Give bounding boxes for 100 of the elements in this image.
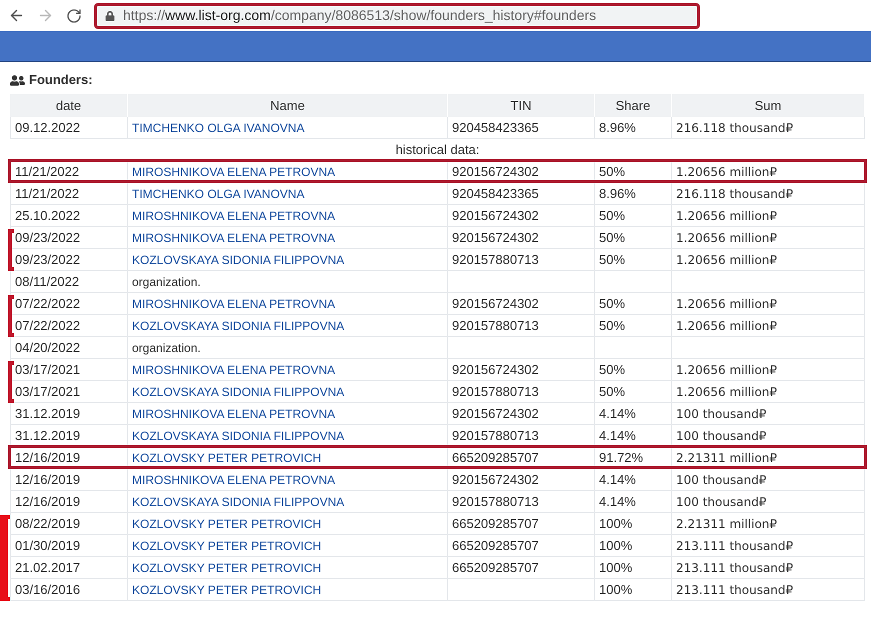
table-cell-text: 8.96% bbox=[599, 184, 636, 203]
table-cell-text: 50% bbox=[599, 206, 626, 225]
founder-link[interactable]: KOZLOVSKAYA SIDONIA FILIPPOVNA bbox=[132, 316, 344, 334]
table-cell-text: 1.20656 million₽ bbox=[676, 318, 778, 334]
lock-icon bbox=[105, 10, 115, 20]
table-cell-text: 09/23/2022 bbox=[15, 250, 80, 269]
address-bar[interactable]: https://www.list-org.com/company/8086513/show/founders_history#founders bbox=[94, 2, 700, 28]
table-cell-text: 920156724302 bbox=[452, 162, 539, 181]
table-cell-text: 91.72% bbox=[599, 448, 644, 467]
back-icon[interactable] bbox=[8, 7, 25, 24]
table-cell-text: 03/17/2021 bbox=[15, 360, 80, 379]
founder-link[interactable]: MIROSHNIKOVA ELENA PETROVNA bbox=[132, 228, 336, 246]
table-cell-text: 4.14% bbox=[599, 492, 636, 511]
table-cell-text: 01/30/2019 bbox=[15, 536, 80, 555]
table-cell-text: 1.20656 million₽ bbox=[676, 208, 778, 224]
table-cell-text: 09.12.2022 bbox=[15, 118, 80, 137]
table-cell-text: 11/21/2022 bbox=[15, 184, 80, 203]
table-cell-text: 920458423365 bbox=[452, 184, 539, 203]
table-cell-text: 920157880713 bbox=[452, 426, 539, 445]
table-cell-text: 31.12.2019 bbox=[15, 426, 80, 445]
founder-link[interactable]: KOZLOVSKY PETER PETROVICH bbox=[132, 558, 322, 576]
table-cell-text: 100 thousand₽ bbox=[676, 472, 766, 488]
table-cell-text: 665209285707 bbox=[452, 448, 539, 467]
table-cell-text: 12/16/2019 bbox=[15, 492, 80, 511]
table-cell-text: 665209285707 bbox=[452, 558, 539, 577]
founder-link[interactable]: MIROSHNIKOVA ELENA PETROVNA bbox=[132, 162, 336, 180]
table-cell-text: 1.20656 million₽ bbox=[676, 230, 778, 246]
table-cell-text: 4.14% bbox=[599, 404, 636, 423]
table-cell-text: 920156724302 bbox=[452, 470, 539, 489]
founder-link[interactable]: KOZLOVSKAYA SIDONIA FILIPPOVNA bbox=[132, 250, 344, 268]
table-cell-text: 07/22/2022 bbox=[15, 316, 80, 335]
table-cell-text: 920157880713 bbox=[452, 492, 539, 511]
table-cell-text: 100% bbox=[599, 514, 632, 533]
table-cell-text: 100 thousand₽ bbox=[676, 428, 766, 444]
founder-link[interactable]: KOZLOVSKY PETER PETROVICH bbox=[132, 536, 322, 554]
table-cell-text: 665209285707 bbox=[452, 536, 539, 555]
table-cell-text: 100% bbox=[599, 536, 632, 555]
table-cell-text: 920157880713 bbox=[452, 382, 539, 401]
table-cell-text: 50% bbox=[599, 360, 626, 379]
table-cell-text: 4.14% bbox=[599, 470, 636, 489]
founder-link[interactable]: KOZLOVSKAYA SIDONIA FILIPPOVNA bbox=[132, 492, 344, 510]
founder-link[interactable]: MIROSHNIKOVA ELENA PETROVNA bbox=[132, 360, 336, 378]
table-cell-text: 100 thousand₽ bbox=[676, 494, 766, 510]
table-cell-text: 50% bbox=[599, 162, 626, 181]
founder-link[interactable]: KOZLOVSKAYA SIDONIA FILIPPOVNA bbox=[132, 382, 344, 400]
table-cell-text: 1.20656 million₽ bbox=[676, 362, 778, 378]
table-cell-text: 12/16/2019 bbox=[15, 470, 80, 489]
table-cell-text: 2.21311 million₽ bbox=[676, 516, 778, 532]
reload-icon[interactable] bbox=[66, 8, 82, 24]
column-header: Name bbox=[270, 96, 305, 115]
table-cell-text: 04/20/2022 bbox=[15, 338, 80, 357]
table-cell-text: 11/21/2022 bbox=[15, 162, 80, 181]
table-cell-text: 1.20656 million₽ bbox=[676, 296, 778, 312]
table-cell-text: 100% bbox=[599, 580, 632, 599]
table-cell-text: 920157880713 bbox=[452, 250, 539, 269]
founder-link[interactable]: TIMCHENKO OLGA IVANOVNA bbox=[132, 118, 304, 136]
table-cell-text: 920157880713 bbox=[452, 316, 539, 335]
table-cell-text: organization. bbox=[132, 340, 201, 356]
table-cell-text: 213.111 thousand₽ bbox=[676, 538, 794, 554]
table-cell-text: 50% bbox=[599, 228, 626, 247]
table-cell-text: 12/16/2019 bbox=[15, 448, 80, 467]
table-cell-text: 50% bbox=[599, 382, 626, 401]
table-cell-text: 03/16/2016 bbox=[15, 580, 80, 599]
founder-link[interactable]: KOZLOVSKY PETER PETROVICH bbox=[132, 514, 322, 532]
table-cell-text: 07/22/2022 bbox=[15, 294, 80, 313]
table-cell-text: 920156724302 bbox=[452, 404, 539, 423]
table-cell-text: 09/23/2022 bbox=[15, 228, 80, 247]
founder-link[interactable]: MIROSHNIKOVA ELENA PETROVNA bbox=[132, 294, 336, 312]
table-cell-text: 100% bbox=[599, 558, 632, 577]
founder-link[interactable]: MIROSHNIKOVA ELENA PETROVNA bbox=[132, 206, 336, 224]
table-cell-text: 216.118 thousand₽ bbox=[676, 120, 794, 136]
table-cell-text: 920458423365 bbox=[452, 118, 539, 137]
table-cell-text: 665209285707 bbox=[452, 514, 539, 533]
column-header: Share bbox=[616, 96, 650, 115]
table-cell-text: 25.10.2022 bbox=[15, 206, 80, 225]
table-cell-text: 50% bbox=[599, 294, 626, 313]
column-header: date bbox=[56, 96, 82, 115]
table-cell-text: 08/22/2019 bbox=[15, 514, 80, 533]
table-cell-text: 50% bbox=[599, 316, 626, 335]
table-cell-text: 920156724302 bbox=[452, 206, 539, 225]
table-cell-text: 920156724302 bbox=[452, 228, 539, 247]
table-cell-text: 1.20656 million₽ bbox=[676, 252, 778, 268]
table-cell-text: 50% bbox=[599, 250, 626, 269]
table-cell-text: 8.96% bbox=[599, 118, 636, 137]
table-cell-text: 03/17/2021 bbox=[15, 382, 80, 401]
table-cell-text: 920156724302 bbox=[452, 294, 539, 313]
table-cell-text: 2.21311 million₽ bbox=[676, 450, 778, 466]
founder-link[interactable]: KOZLOVSKY PETER PETROVICH bbox=[132, 448, 322, 466]
table-cell-text: 21.02.2017 bbox=[15, 558, 80, 577]
founder-link[interactable]: MIROSHNIKOVA ELENA PETROVNA bbox=[132, 404, 336, 422]
founder-link[interactable]: MIROSHNIKOVA ELENA PETROVNA bbox=[132, 470, 336, 488]
table-cell-text: 216.118 thousand₽ bbox=[676, 186, 794, 202]
founder-link[interactable]: TIMCHENKO OLGA IVANOVNA bbox=[132, 184, 304, 202]
table-cell-text: 4.14% bbox=[599, 426, 636, 445]
founder-link[interactable]: KOZLOVSKAYA SIDONIA FILIPPOVNA bbox=[132, 426, 344, 444]
column-header: TIN bbox=[510, 96, 532, 115]
table-cell-text: 100 thousand₽ bbox=[676, 406, 766, 422]
table-cell-text: 213.111 thousand₽ bbox=[676, 582, 794, 598]
founder-link[interactable]: KOZLOVSKY PETER PETROVICH bbox=[132, 580, 322, 598]
url-text: https://www.list-org.com/company/8086513/show/founders_history#founders bbox=[123, 6, 596, 25]
